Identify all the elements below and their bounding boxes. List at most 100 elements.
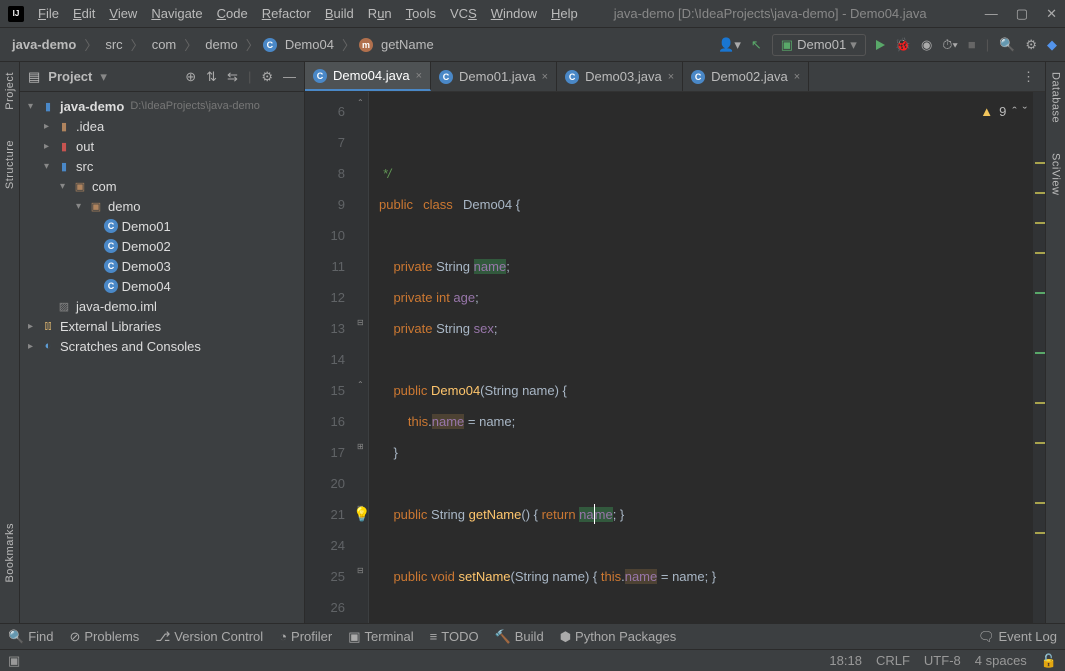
status-bar: ▣ 18:18 CRLF UTF-8 4 spaces 🔓 [0,649,1065,671]
menu-view[interactable]: View [103,4,143,23]
menu-file[interactable]: File [32,4,65,23]
tree-demo02[interactable]: C Demo02 [20,236,304,256]
gear-icon[interactable]: ⚙ [261,69,273,85]
tab-close-icon[interactable]: × [542,71,548,83]
ide-update-icon[interactable]: ◆ [1047,37,1057,53]
line-gutter[interactable]: 678 91011 121314 151617 202124 252627 [305,92,355,623]
menu-code[interactable]: Code [211,4,254,23]
hide-icon[interactable]: — [283,69,296,85]
tree-demo-pkg[interactable]: ▾▣demo [20,196,304,216]
status-toggle-icon[interactable]: ▣ [8,653,20,669]
sidebar-title[interactable]: Project [48,69,92,84]
expand-icon[interactable]: ⇅ [206,69,217,85]
menu-help[interactable]: Help [545,4,584,23]
crumb-class[interactable]: Demo04 [281,35,338,54]
tool-build[interactable]: 🔨 Build [495,629,544,645]
project-sidebar: ▤ Project ▾ ⊕ ⇅ ⇆ | ⚙ — ▾▮java-demoD:\Id… [20,62,305,623]
tab-close-icon[interactable]: × [668,71,674,83]
tab-demo04[interactable]: CDemo04.java× [305,62,431,91]
rail-structure[interactable]: Structure [4,140,16,189]
settings-icon[interactable]: ⚙ [1025,37,1037,53]
tree-root[interactable]: ▾▮java-demoD:\IdeaProjects\java-demo [20,96,304,116]
tab-demo02[interactable]: CDemo02.java× [683,62,809,91]
titlebar: IJ File Edit View Navigate Code Refactor… [0,0,1065,28]
rail-bookmarks[interactable]: Bookmarks [4,523,16,583]
tool-vcs[interactable]: ⎇ Version Control [155,629,263,645]
tool-python[interactable]: ⬢ Python Packages [560,629,677,645]
menu-tools[interactable]: Tools [400,4,442,23]
collapse-icon[interactable]: ⇆ [227,69,238,85]
tree-src[interactable]: ▾▮src [20,156,304,176]
tree-demo03[interactable]: C Demo03 [20,256,304,276]
menu-navigate[interactable]: Navigate [145,4,208,23]
project-tree[interactable]: ▾▮java-demoD:\IdeaProjects\java-demo ▸▮.… [20,92,304,623]
app-logo: IJ [8,6,24,22]
tab-label: Demo01.java [459,69,536,84]
menu-window[interactable]: Window [485,4,543,23]
intention-bulb-icon[interactable]: 💡 [353,499,370,530]
tree-scratch[interactable]: ▸◐Scratches and Consoles [20,336,304,356]
tree-demo01[interactable]: C Demo01 [20,216,304,236]
run-config-select[interactable]: ▣ Demo01 ▾ [772,34,866,56]
tool-terminal[interactable]: ▣ Terminal [348,629,413,645]
tree-out[interactable]: ▸▮out [20,136,304,156]
crumb-project[interactable]: java-demo [8,35,80,54]
crumb-src[interactable]: src [101,35,126,54]
code-area[interactable]: ▲9 ˆ ˇ */ public class Demo04 { private … [369,92,1033,623]
editor-warnings[interactable]: ▲9 ˆ ˇ [980,96,1027,127]
run-icon[interactable] [876,40,885,50]
tab-demo01[interactable]: CDemo01.java× [431,62,557,91]
tree-idea[interactable]: ▸▮.idea [20,116,304,136]
status-indent[interactable]: 4 spaces [975,653,1027,668]
editor-minimap[interactable] [1033,92,1045,623]
add-user-icon[interactable]: 👤▾ [718,37,741,53]
debug-icon[interactable]: 🐞 [895,37,911,53]
tool-profiler[interactable]: ◔ Profiler [279,629,332,644]
tab-label: Demo02.java [711,69,788,84]
status-pos[interactable]: 18:18 [829,653,862,668]
tool-find[interactable]: 🔍 Find [8,629,53,645]
menu-build[interactable]: Build [319,4,360,23]
tabs-more-icon[interactable]: ⋮ [1012,62,1045,91]
tool-todo[interactable]: ≡ TODO [430,629,479,644]
status-eol[interactable]: CRLF [876,653,910,668]
search-icon[interactable]: 🔍 [999,37,1015,53]
maximize-button[interactable]: ▢ [1016,6,1028,22]
tool-eventlog[interactable]: 🗨 Event Log [978,629,1057,645]
tree-ext-lib[interactable]: ▸⫾⫾External Libraries [20,316,304,336]
breadcrumb[interactable]: java-demo〉 src〉 com〉 demo〉 C Demo04〉 m g… [8,35,718,54]
minimize-button[interactable]: — [985,6,998,22]
tree-com[interactable]: ▾▣com [20,176,304,196]
tree-iml[interactable]: ▨java-demo.iml [20,296,304,316]
status-lock-icon[interactable]: 🔓 [1041,653,1057,669]
tab-close-icon[interactable]: × [416,70,422,82]
editor-pane: CDemo04.java× CDemo01.java× CDemo03.java… [305,62,1045,623]
build-hammer-icon[interactable]: ↖ [751,37,762,53]
rail-database[interactable]: Database [1050,72,1062,123]
editor-tabs: CDemo04.java× CDemo01.java× CDemo03.java… [305,62,1045,92]
menu-edit[interactable]: Edit [67,4,101,23]
coverage-icon[interactable]: ◉ [921,37,932,53]
rail-sciview[interactable]: SciView [1050,153,1062,195]
fold-gutter[interactable]: ⌃ ⊟ ⌃ ⊞ ⊞ ⊟ [355,92,369,623]
status-enc[interactable]: UTF-8 [924,653,961,668]
profile-icon[interactable]: ⏱▾ [942,37,958,53]
tool-problems[interactable]: ⊘ Problems [69,629,139,645]
menu-vcs[interactable]: VCS [444,4,483,23]
tab-label: Demo04.java [333,68,410,83]
sidebar-header: ▤ Project ▾ ⊕ ⇅ ⇆ | ⚙ — [20,62,304,92]
crumb-pkg-demo[interactable]: demo [201,35,242,54]
navigation-bar: java-demo〉 src〉 com〉 demo〉 C Demo04〉 m g… [0,28,1065,62]
close-button[interactable]: ✕ [1046,6,1057,22]
tab-close-icon[interactable]: × [794,71,800,83]
project-view-icon: ▤ [28,69,40,85]
tree-demo04[interactable]: C Demo04 [20,276,304,296]
menu-run[interactable]: Run [362,4,398,23]
rail-project[interactable]: Project [4,72,16,110]
tab-demo03[interactable]: CDemo03.java× [557,62,683,91]
crumb-method[interactable]: getName [377,35,438,54]
menu-refactor[interactable]: Refactor [256,4,317,23]
crumb-pkg-com[interactable]: com [148,35,181,54]
locate-icon[interactable]: ⊕ [185,69,196,85]
stop-icon[interactable]: ■ [968,37,976,52]
